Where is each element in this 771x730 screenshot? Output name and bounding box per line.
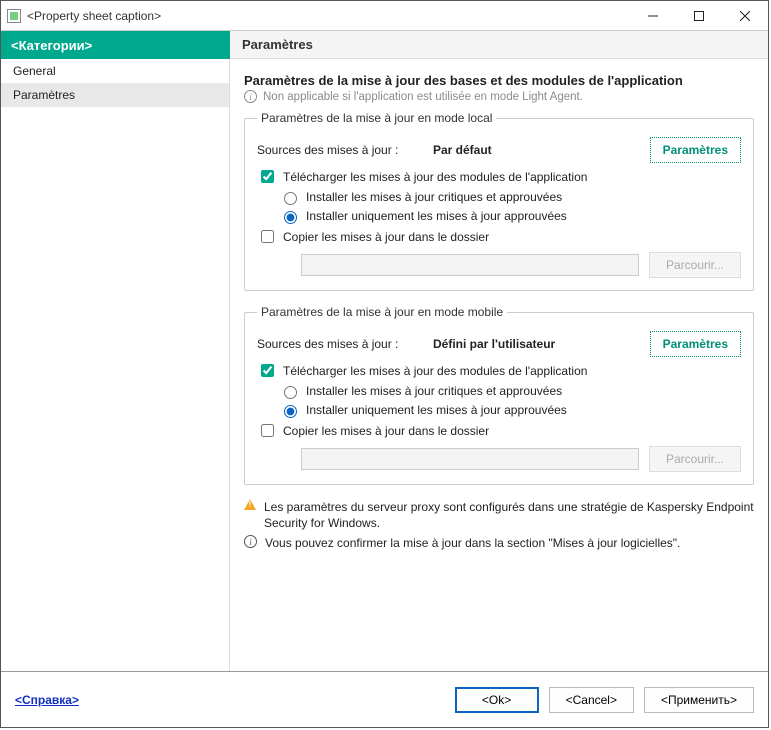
- mobile-folder-input[interactable]: [301, 448, 639, 470]
- titlebar: <Property sheet caption>: [1, 1, 768, 31]
- group-local-legend: Paramètres de la mise à jour en mode loc…: [257, 111, 496, 125]
- close-button[interactable]: [722, 1, 768, 31]
- mobile-download-checkbox-row[interactable]: Télécharger les mises à jour des modules…: [257, 361, 741, 380]
- local-browse-button[interactable]: Parcourir...: [649, 252, 741, 278]
- mobile-radio-approved-label: Installer uniquement les mises à jour ap…: [306, 403, 567, 417]
- local-radio-critical[interactable]: [284, 192, 297, 205]
- mobile-browse-button[interactable]: Parcourir...: [649, 446, 741, 472]
- ok-button[interactable]: <Ok>: [455, 687, 539, 713]
- mobile-radio-approved[interactable]: [284, 405, 297, 418]
- local-sources-value: Par défaut: [433, 143, 492, 157]
- mobile-download-checkbox[interactable]: [261, 364, 274, 377]
- help-link[interactable]: <Справка>: [15, 693, 79, 707]
- mobile-sources-label: Sources des mises à jour :: [257, 337, 433, 351]
- local-copy-checkbox[interactable]: [261, 230, 274, 243]
- header-strip: <Категории> Paramètres: [1, 31, 768, 59]
- mobile-radio-critical[interactable]: [284, 386, 297, 399]
- page-header: Paramètres: [230, 31, 768, 59]
- mobile-radio-critical-label: Installer les mises à jour critiques et …: [306, 384, 562, 398]
- mobile-sources-value: Défini par l'utilisateur: [433, 337, 555, 351]
- body: General Paramètres Paramètres de la mise…: [1, 59, 768, 671]
- sidebar: General Paramètres: [1, 59, 230, 671]
- local-download-checkbox[interactable]: [261, 170, 274, 183]
- sidebar-item-parametres[interactable]: Paramètres: [1, 83, 229, 107]
- info-icon: i: [244, 535, 257, 548]
- sidebar-item-general[interactable]: General: [1, 59, 229, 83]
- local-copy-checkbox-row[interactable]: Copier les mises à jour dans le dossier: [257, 227, 741, 246]
- notes: Les paramètres du serveur proxy sont con…: [244, 499, 754, 552]
- section-title: Paramètres de la mise à jour des bases e…: [244, 73, 754, 88]
- group-local: Paramètres de la mise à jour en mode loc…: [244, 111, 754, 291]
- local-sources-label: Sources des mises à jour :: [257, 143, 433, 157]
- mobile-download-label: Télécharger les mises à jour des modules…: [283, 364, 587, 378]
- mobile-copy-checkbox-row[interactable]: Copier les mises à jour dans le dossier: [257, 421, 741, 440]
- cancel-button[interactable]: <Cancel>: [549, 687, 634, 713]
- categories-header: <Категории>: [1, 31, 230, 59]
- local-radio-approved-label: Installer uniquement les mises à jour ap…: [306, 209, 567, 223]
- local-copy-label: Copier les mises à jour dans le dossier: [283, 230, 489, 244]
- info-icon: i: [244, 90, 257, 103]
- local-folder-input[interactable]: [301, 254, 639, 276]
- section-note: i Non applicable si l'application est ut…: [244, 90, 754, 103]
- group-mobile: Paramètres de la mise à jour en mode mob…: [244, 305, 754, 485]
- window-buttons: [630, 1, 768, 31]
- local-download-label: Télécharger les mises à jour des modules…: [283, 170, 587, 184]
- mobile-copy-checkbox[interactable]: [261, 424, 274, 437]
- minimize-button[interactable]: [630, 1, 676, 31]
- window-title: <Property sheet caption>: [27, 9, 630, 23]
- local-radio-approved[interactable]: [284, 211, 297, 224]
- warning-text: Les paramètres du serveur proxy sont con…: [264, 499, 754, 531]
- content: Paramètres de la mise à jour des bases e…: [230, 59, 768, 671]
- warning-icon: [244, 499, 256, 510]
- mobile-settings-button[interactable]: Paramètres: [650, 331, 741, 357]
- maximize-button[interactable]: [676, 1, 722, 31]
- local-radio-critical-row[interactable]: Installer les mises à jour critiques et …: [279, 189, 741, 205]
- mobile-radio-critical-row[interactable]: Installer les mises à jour critiques et …: [279, 383, 741, 399]
- local-radio-approved-row[interactable]: Installer uniquement les mises à jour ap…: [279, 208, 741, 224]
- window: <Property sheet caption> <Категории> Par…: [0, 0, 769, 728]
- local-download-checkbox-row[interactable]: Télécharger les mises à jour des modules…: [257, 167, 741, 186]
- section-note-text: Non applicable si l'application est util…: [263, 91, 583, 103]
- local-radio-critical-label: Installer les mises à jour critiques et …: [306, 190, 562, 204]
- footer: <Справка> <Ok> <Cancel> <Применить>: [1, 671, 768, 727]
- app-icon: [7, 9, 21, 23]
- mobile-radio-approved-row[interactable]: Installer uniquement les mises à jour ap…: [279, 402, 741, 418]
- info-text: Vous pouvez confirmer la mise à jour dan…: [265, 535, 754, 551]
- group-mobile-legend: Paramètres de la mise à jour en mode mob…: [257, 305, 507, 319]
- local-settings-button[interactable]: Paramètres: [650, 137, 741, 163]
- mobile-copy-label: Copier les mises à jour dans le dossier: [283, 424, 489, 438]
- apply-button[interactable]: <Применить>: [644, 687, 754, 713]
